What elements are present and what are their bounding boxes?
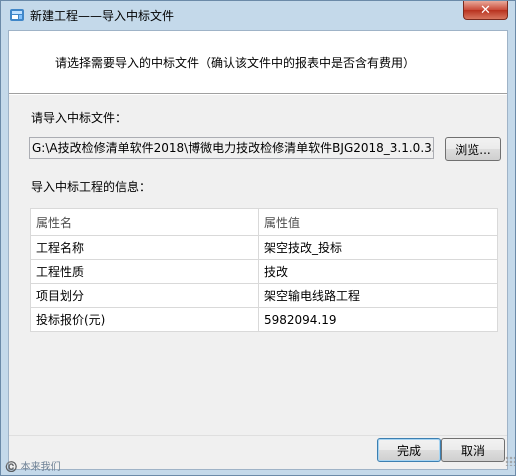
instruction-text: 请选择需要导入的中标文件（确认该文件中的报表中是否含有费用） <box>55 56 416 70</box>
property-name: 工程性质 <box>30 259 259 284</box>
property-name: 项目划分 <box>30 283 259 308</box>
finish-button[interactable]: 完成 <box>377 438 441 462</box>
property-value: 5982094.19 <box>258 307 498 332</box>
watermark: ©️ 本来我们 <box>5 462 61 473</box>
property-value: 技改 <box>258 259 498 284</box>
close-button[interactable]: ✕ <box>463 1 508 20</box>
file-label: 请导入中标文件： <box>31 111 128 125</box>
property-value: 架空输电线路工程 <box>258 283 498 308</box>
column-header-name[interactable]: 属性名 <box>30 208 259 236</box>
property-name: 投标报价(元) <box>30 307 259 332</box>
table-row[interactable]: 投标报价(元) 5982094.19 <box>30 307 498 332</box>
column-header-value[interactable]: 属性值 <box>258 208 498 236</box>
close-icon: ✕ <box>480 2 491 18</box>
app-icon <box>10 9 24 21</box>
title-bar[interactable]: 新建工程——导入中标文件 ✕ <box>1 1 515 29</box>
property-value: 架空技改_投标 <box>258 235 498 260</box>
property-name: 工程名称 <box>30 235 259 260</box>
browse-button[interactable]: 浏览... <box>445 137 501 161</box>
table-row[interactable]: 工程性质 技改 <box>30 259 498 284</box>
table-row[interactable]: 项目划分 架空输电线路工程 <box>30 283 498 308</box>
window-title: 新建工程——导入中标文件 <box>30 9 175 23</box>
resize-grip-icon[interactable] <box>505 456 515 466</box>
info-table: 属性名 属性值 工程名称 架空技改_投标 工程性质 技改 项目划分 架空输电线路… <box>30 208 498 332</box>
cancel-button[interactable]: 取消 <box>441 438 505 462</box>
table-row[interactable]: 工程名称 架空技改_投标 <box>30 235 498 260</box>
table-header-row: 属性名 属性值 <box>30 208 498 236</box>
dialog-client: 请选择需要导入的中标文件（确认该文件中的报表中是否含有费用） 请导入中标文件： … <box>8 30 515 470</box>
info-label: 导入中标工程的信息： <box>31 180 152 194</box>
file-path-field[interactable]: G:\A技改检修清单软件2018\博微电力技改检修清单软件BJG2018_3.1… <box>29 137 434 159</box>
dialog-window: 新建工程——导入中标文件 ✕ 请选择需要导入的中标文件（确认该文件中的报表中是否… <box>0 0 516 476</box>
header-panel: 请选择需要导入的中标文件（确认该文件中的报表中是否含有费用） <box>9 31 507 91</box>
